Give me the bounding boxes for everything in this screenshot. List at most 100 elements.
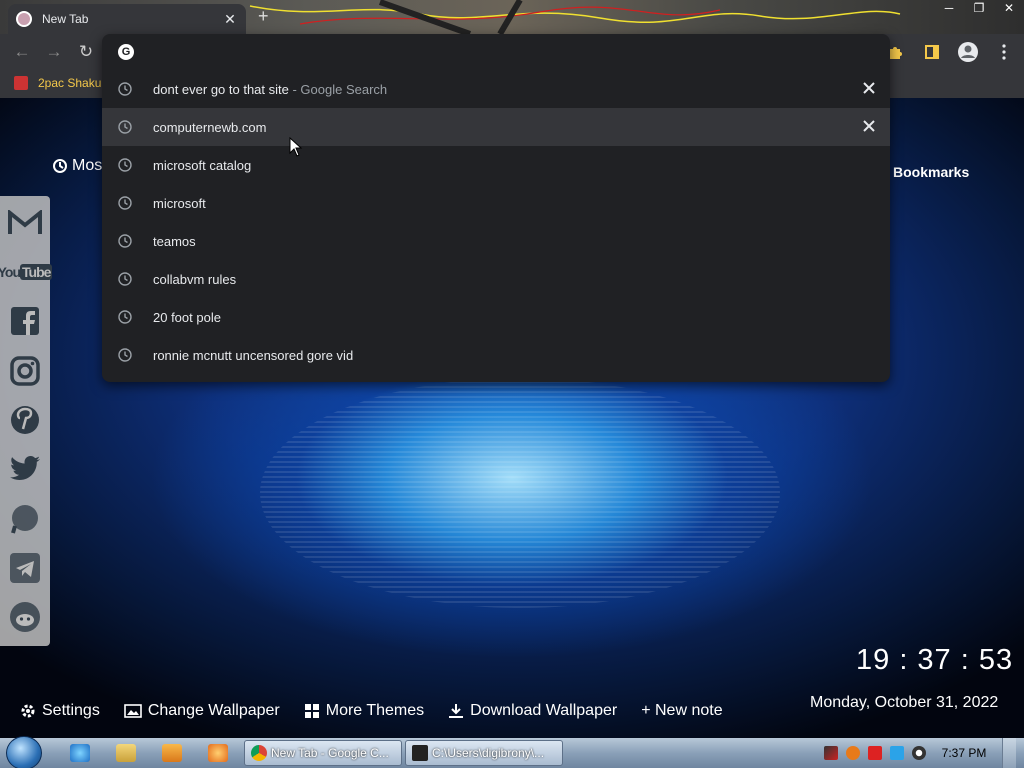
- address-bar[interactable]: G: [102, 34, 890, 70]
- bookmark-label: 2pac Shakur: [38, 76, 106, 90]
- window-controls: ─ ❐ ✕: [934, 0, 1024, 18]
- settings-label: Settings: [42, 702, 100, 719]
- bookmark-2pac[interactable]: 2pac Shakur: [14, 76, 105, 90]
- mouse-pointer-icon: [289, 137, 303, 157]
- download-icon: [449, 704, 464, 718]
- maximize-icon[interactable]: ❐: [964, 0, 994, 18]
- show-desktop-button[interactable]: [1002, 738, 1016, 768]
- history-icon: [53, 159, 67, 173]
- taskbar-cmd-task[interactable]: C:\Users\digibrony\...: [405, 740, 563, 766]
- chrome-icon: [251, 745, 267, 761]
- internet-explorer-icon[interactable]: [70, 744, 90, 762]
- telegram-icon[interactable]: [7, 547, 43, 588]
- command-prompt-icon: [412, 745, 428, 761]
- tray-network-icon[interactable]: [824, 746, 838, 760]
- history-clock-icon: [118, 272, 132, 286]
- suggestion-text: dont ever go to that site: [153, 81, 289, 97]
- suggestion-item[interactable]: microsoft: [102, 184, 890, 222]
- reddit-icon[interactable]: [7, 597, 43, 638]
- tab-close-icon[interactable]: ✕: [222, 11, 238, 28]
- date-display: Monday, October 31, 2022: [810, 694, 999, 711]
- taskbar-chrome-task[interactable]: New Tab - Google C...: [244, 740, 402, 766]
- new-note-button[interactable]: + New note: [641, 702, 722, 720]
- history-clock-icon: [118, 348, 132, 362]
- clock-display: 19 : 37 : 53: [856, 644, 1014, 676]
- suggestion-hint: - Google Search: [288, 81, 388, 97]
- youtube-icon[interactable]: You Tube: [0, 251, 53, 292]
- omnibox-dropdown: G dont ever go to that site - Google Sea…: [102, 34, 890, 382]
- back-arrow-icon[interactable]: ←: [12, 42, 32, 62]
- suggestion-text: 20 foot pole: [153, 309, 221, 325]
- download-wallpaper-button[interactable]: Download Wallpaper: [448, 702, 617, 720]
- minimize-icon[interactable]: ─: [934, 0, 964, 18]
- system-tray: 7:37 PM: [824, 738, 1024, 768]
- more-themes-button[interactable]: More Themes: [304, 702, 424, 720]
- tray-app-icon[interactable]: [912, 746, 926, 760]
- suggestion-text: collabvm rules: [153, 271, 237, 287]
- tray-flag-icon[interactable]: [868, 746, 882, 760]
- history-clock-icon: [118, 234, 132, 248]
- browser-tab-new-tab[interactable]: New Tab ✕: [8, 4, 246, 34]
- suggestion-text: ronnie mcnutt uncensored gore vid: [153, 347, 354, 363]
- suggestion-item[interactable]: collabvm rules: [102, 260, 890, 298]
- remove-suggestion-icon[interactable]: [862, 81, 876, 95]
- most-visited-button[interactable]: Mos: [52, 157, 102, 175]
- whatsapp-icon[interactable]: [7, 498, 43, 539]
- taskbar-chrome-label: New Tab - Google C...: [271, 746, 389, 760]
- suggestion-item[interactable]: ronnie mcnutt uncensored gore vid: [102, 336, 890, 374]
- social-sidebar: You Tube: [0, 196, 53, 646]
- close-window-icon[interactable]: ✕: [994, 0, 1024, 18]
- taskbar-clock[interactable]: 7:37 PM: [934, 746, 994, 760]
- tab-title: New Tab: [42, 12, 89, 26]
- wallpaper-glow: [260, 378, 780, 608]
- history-clock-icon: [118, 158, 132, 172]
- suggestion-item[interactable]: computernewb.com: [102, 108, 890, 146]
- menu-kebab-icon[interactable]: [992, 40, 1016, 64]
- history-clock-icon: [118, 310, 132, 324]
- suggestion-item[interactable]: teamos: [102, 222, 890, 260]
- tab-favicon-icon: [16, 11, 32, 27]
- tray-display-icon[interactable]: [890, 746, 904, 760]
- file-explorer-icon[interactable]: [116, 744, 136, 762]
- change-wallpaper-label: Change Wallpaper: [147, 702, 280, 719]
- start-orb-icon[interactable]: [6, 736, 42, 768]
- more-themes-label: More Themes: [325, 702, 425, 719]
- tray-search-icon[interactable]: [846, 746, 860, 760]
- pinterest-icon[interactable]: [7, 399, 43, 440]
- change-wallpaper-button[interactable]: Change Wallpaper: [124, 702, 280, 720]
- bookmark-favicon-icon: [14, 76, 28, 90]
- taskbar-cmd-label: C:\Users\digibrony\...: [432, 746, 545, 760]
- history-clock-icon: [118, 120, 132, 134]
- suggestion-text: computernewb.com: [153, 119, 267, 135]
- paint-icon[interactable]: [208, 744, 228, 762]
- gear-icon: [21, 704, 35, 718]
- suggestion-item[interactable]: 20 foot pole: [102, 298, 890, 336]
- twitter-icon[interactable]: [7, 449, 43, 490]
- profile-avatar-icon[interactable]: [956, 40, 980, 64]
- forward-arrow-icon[interactable]: →: [44, 42, 64, 62]
- instagram-icon[interactable]: [7, 350, 43, 391]
- reload-icon[interactable]: ↻: [76, 42, 96, 62]
- facebook-icon[interactable]: [7, 301, 43, 342]
- title-bar: New Tab ✕ + ─ ❐ ✕: [0, 0, 1024, 34]
- suggestion-item[interactable]: dont ever go to that site - Google Searc…: [102, 70, 890, 108]
- remove-suggestion-icon[interactable]: [862, 119, 876, 133]
- media-player-icon[interactable]: [162, 744, 182, 762]
- toolbar-actions: [884, 40, 1016, 64]
- new-tab-plus-icon[interactable]: +: [258, 6, 269, 27]
- gmail-icon[interactable]: [7, 202, 43, 243]
- bookmarks-link[interactable]: Bookmarks: [893, 164, 969, 180]
- side-panel-icon[interactable]: [920, 40, 944, 64]
- settings-button[interactable]: Settings: [20, 702, 100, 720]
- download-wallpaper-label: Download Wallpaper: [470, 702, 618, 719]
- bottom-actions: Settings Change Wallpaper More Themes Do…: [20, 702, 723, 720]
- history-clock-icon: [118, 196, 132, 210]
- history-clock-icon: [118, 82, 132, 96]
- most-visited-label: Mos: [72, 157, 103, 174]
- suggestion-text: teamos: [153, 233, 196, 249]
- suggestion-item[interactable]: microsoft catalog: [102, 146, 890, 184]
- windows-taskbar: New Tab - Google C... C:\Users\digibrony…: [0, 736, 1024, 768]
- image-icon: [124, 704, 142, 718]
- grid-icon: [304, 704, 319, 718]
- suggestion-text: microsoft catalog: [153, 157, 252, 173]
